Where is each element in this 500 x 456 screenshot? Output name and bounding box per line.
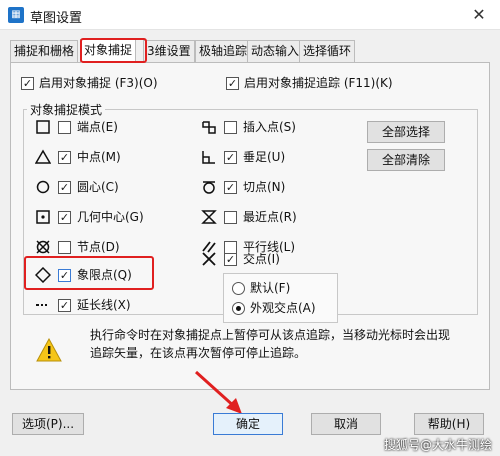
nearest-label: 最近点(R): [243, 210, 297, 224]
insertion-label: 插入点(S): [243, 120, 296, 134]
info-text: 执行命令时在对象捕捉点上暂停可从该点追踪，当移动光标时会出现追踪矢量，在该点再次…: [90, 328, 451, 360]
geometric-center-checkbox[interactable]: ✓: [58, 211, 71, 224]
perpendicular-checkbox[interactable]: ✓: [224, 151, 237, 164]
select-all-button[interactable]: 全部选择: [367, 121, 445, 143]
intersection-icon: [202, 252, 216, 266]
intersection-mode-group: 默认(F) 外观交点(A): [223, 273, 338, 323]
tangent-icon: [203, 181, 215, 194]
node-icon: [36, 240, 50, 254]
watermark: 搜狐号@大水牛测绘: [383, 438, 492, 452]
warning-icon: [36, 338, 62, 362]
geometric-center-label: 几何中心(G): [77, 210, 144, 224]
node-label: 节点(D): [77, 240, 120, 254]
center-checkbox[interactable]: ✓: [58, 181, 71, 194]
help-button[interactable]: 帮助(H): [414, 413, 484, 435]
tab-polar-tracking[interactable]: 极轴追踪: [195, 40, 252, 62]
tab-dynamic-input[interactable]: 动态输入: [247, 40, 304, 62]
tab-3d-settings[interactable]: 3维设置: [143, 40, 195, 62]
tab-snap-grid[interactable]: 捕捉和栅格: [10, 40, 79, 62]
center-circle-icon: [36, 180, 50, 194]
window-title: 草图设置: [30, 11, 83, 26]
track-on-checkbox[interactable]: ✓: [226, 77, 239, 90]
quadrant-highlight-annotation: [24, 256, 154, 290]
tab-selection-cycling[interactable]: 选择循环: [299, 40, 356, 62]
endpoint-square-icon: [36, 120, 50, 134]
ok-button[interactable]: 确定: [213, 413, 283, 435]
cancel-button[interactable]: 取消: [311, 413, 381, 435]
apparent-intersection-radio[interactable]: [232, 302, 245, 315]
snap-on-label: 启用对象捕捉 (F3)(O): [39, 76, 158, 90]
perpendicular-icon: [202, 151, 215, 164]
default-radio-label: 默认(F): [250, 281, 291, 295]
nearest-icon: [201, 210, 217, 224]
midpoint-label: 中点(M): [77, 150, 121, 164]
insertion-icon: [202, 121, 216, 134]
endpoint-checkbox[interactable]: [58, 121, 71, 134]
options-button[interactable]: 选项(P)...: [12, 413, 84, 435]
tab-highlight-annotation: [80, 38, 147, 63]
midpoint-triangle-icon: [35, 149, 51, 164]
apparent-intersection-label: 外观交点(A): [250, 301, 316, 315]
node-checkbox[interactable]: [58, 241, 71, 254]
app-icon: ▦: [8, 7, 24, 23]
nearest-checkbox[interactable]: [224, 211, 237, 224]
snap-modes-group-label: 对象捕捉模式: [27, 101, 106, 118]
extension-label: 延长线(X): [77, 298, 131, 312]
geometric-center-icon: [36, 210, 50, 224]
extension-checkbox[interactable]: ✓: [58, 299, 71, 312]
center-label: 圆心(C): [77, 180, 119, 194]
tangent-checkbox[interactable]: ✓: [224, 181, 237, 194]
perpendicular-label: 垂足(U): [243, 150, 286, 164]
track-on-label: 启用对象捕捉追踪 (F11)(K): [244, 76, 393, 90]
midpoint-checkbox[interactable]: ✓: [58, 151, 71, 164]
endpoint-label: 端点(E): [77, 120, 118, 134]
intersection-checkbox[interactable]: ✓: [224, 253, 237, 266]
snap-on-checkbox[interactable]: ✓: [21, 77, 34, 90]
extension-icon: [36, 304, 47, 306]
title-bar: ▦ 草图设置 ✕: [0, 0, 500, 30]
close-icon[interactable]: ✕: [468, 4, 490, 26]
tangent-label: 切点(N): [243, 180, 286, 194]
insertion-checkbox[interactable]: [224, 121, 237, 134]
clear-all-button[interactable]: 全部清除: [367, 149, 445, 171]
arrow-annotation-icon: [194, 370, 242, 414]
intersection-label: 交点(I): [243, 252, 280, 266]
default-radio[interactable]: [232, 282, 245, 295]
